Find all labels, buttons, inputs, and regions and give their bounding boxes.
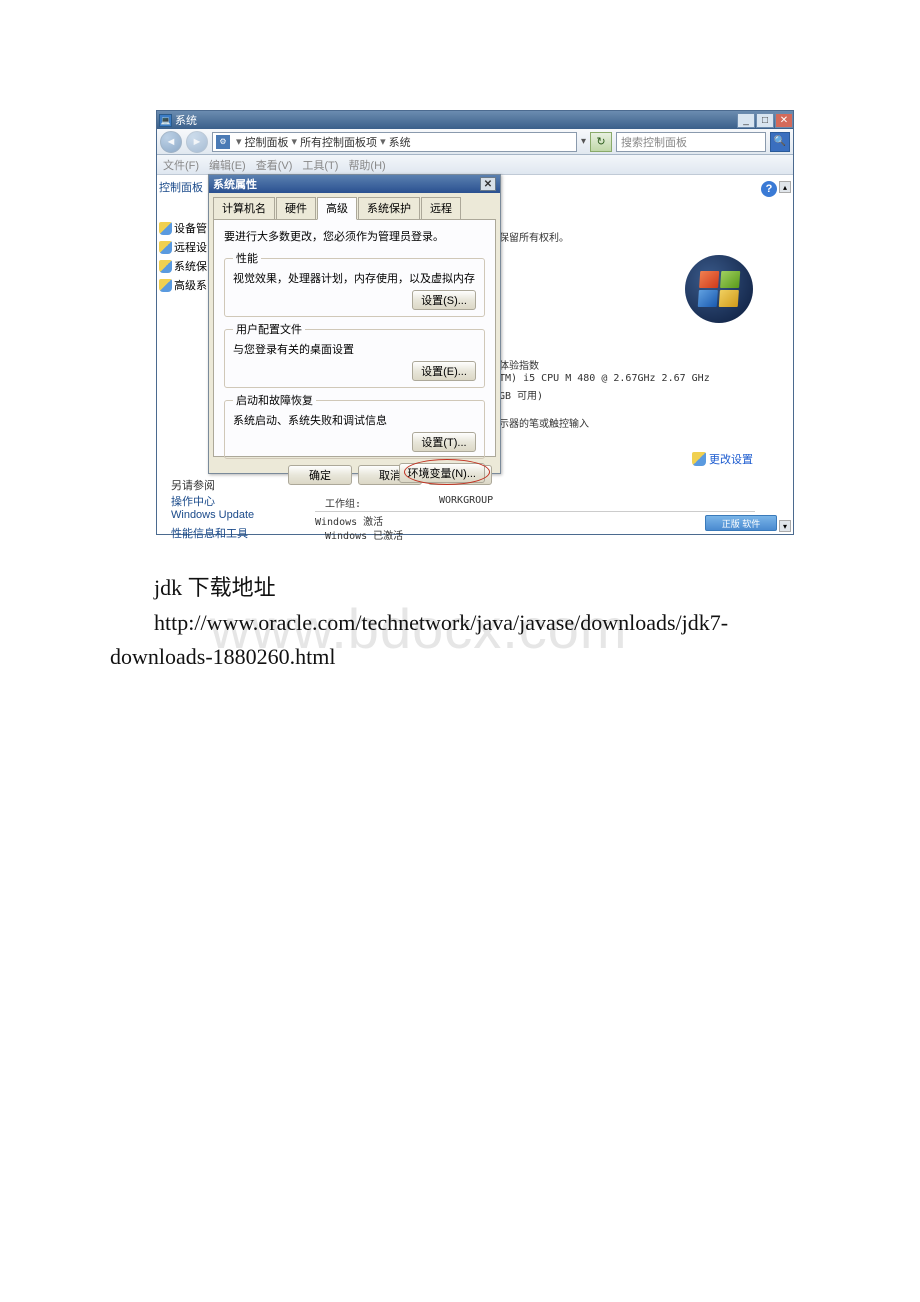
dialog-title: 系统属性 [213, 176, 257, 192]
nav-back-button[interactable]: ◄ [160, 131, 182, 153]
breadcrumb-cp[interactable]: 控制面板 [245, 134, 289, 150]
tab-hardware[interactable]: 硬件 [276, 197, 316, 219]
jdk-heading: jdk 下载地址 [110, 570, 920, 602]
shield-icon [159, 241, 172, 254]
dialog-titlebar: 系统属性 ✕ [209, 175, 500, 193]
pen-touch-info: 示器的笔或触控输入 [499, 415, 589, 430]
workgroup-value: WORKGROUP [439, 495, 493, 506]
performance-settings-button[interactable]: 设置(S)... [412, 290, 476, 310]
memory-info: GB 可用) [499, 387, 543, 402]
search-button[interactable]: 🔍 [770, 132, 790, 152]
startup-settings-button[interactable]: 设置(T)... [412, 432, 476, 452]
refresh-button[interactable]: ↻ [590, 132, 612, 152]
admin-note: 要进行大多数更改，您必须作为管理员登录。 [224, 228, 485, 244]
menu-tools[interactable]: 工具(T) [302, 157, 338, 173]
scroll-up-button[interactable]: ▴ [779, 181, 791, 193]
window-title: 系统 [175, 112, 197, 128]
titlebar: 💻 系统 _ □ ✕ [157, 111, 793, 129]
sidebar-item-label: 设备管理 [174, 220, 207, 236]
document-text: jdk 下载地址 http://www.oracle.com/technetwo… [110, 570, 920, 670]
windows-update-link[interactable]: Windows Update [171, 509, 254, 521]
sidebar-header: 控制面板 [159, 179, 207, 195]
user-profile-desc: 与您登录有关的桌面设置 [233, 341, 476, 357]
perf-info-link[interactable]: 性能信息和工具 [171, 525, 248, 541]
breadcrumb-all[interactable]: 所有控制面板项 [300, 134, 377, 150]
change-settings-label: 更改设置 [709, 451, 753, 467]
search-placeholder: 搜索控制面板 [621, 134, 687, 150]
sidebar-item-label: 远程设置 [174, 239, 207, 255]
sidebar-item-advanced[interactable]: 高级系统 [159, 277, 207, 293]
scroll-down-button[interactable]: ▾ [779, 520, 791, 532]
rights-text: 保留所有权利。 [499, 229, 569, 244]
performance-desc: 视觉效果，处理器计划，内存使用，以及虚拟内存 [233, 270, 476, 286]
menu-help[interactable]: 帮助(H) [348, 157, 385, 173]
system-icon: 💻 [159, 114, 172, 127]
tab-remote[interactable]: 远程 [421, 197, 461, 219]
help-icon[interactable]: ? [761, 181, 777, 197]
breadcrumb-sep-icon: ▾ [292, 135, 298, 148]
shield-icon [159, 222, 172, 235]
user-profile-fieldset: 用户配置文件 与您登录有关的桌面设置 设置(E)... [224, 321, 485, 388]
navbar: ◄ ► ⚙ ▾ 控制面板 ▾ 所有控制面板项 ▾ 系统 ▾ ↻ 搜索控制面板 🔍 [157, 129, 793, 155]
search-input[interactable]: 搜索控制面板 [616, 132, 766, 152]
breadcrumb-sep-icon: ▾ [380, 135, 386, 148]
nav-forward-button[interactable]: ► [186, 131, 208, 153]
activation-status: Windows 已激活 [325, 527, 403, 542]
change-settings-link[interactable]: 更改设置 [692, 451, 753, 467]
startup-desc: 系统启动、系统失败和调试信息 [233, 412, 476, 428]
environment-variables-button[interactable]: 环境变量(N)... [399, 463, 485, 483]
cpu-info: TM) i5 CPU M 480 @ 2.67GHz 2.67 GHz [499, 373, 710, 384]
breadcrumb-sep-icon: ▾ [236, 135, 242, 148]
address-bar[interactable]: ⚙ ▾ 控制面板 ▾ 所有控制面板项 ▾ 系统 [212, 132, 577, 152]
windows-logo [685, 255, 753, 323]
menu-view[interactable]: 查看(V) [256, 157, 293, 173]
tab-advanced[interactable]: 高级 [317, 197, 357, 220]
startup-recovery-fieldset: 启动和故障恢复 系统启动、系统失败和调试信息 设置(T)... [224, 392, 485, 459]
sidebar-item-remote[interactable]: 远程设置 [159, 239, 207, 255]
menu-edit[interactable]: 编辑(E) [209, 157, 246, 173]
menu-file[interactable]: 文件(F) [163, 157, 199, 173]
tab-body-advanced: 要进行大多数更改，您必须作为管理员登录。 性能 视觉效果，处理器计划，内存使用，… [213, 219, 496, 457]
user-profile-legend: 用户配置文件 [233, 321, 305, 337]
jdk-url-line2: downloads-1880260.html [110, 644, 336, 669]
workgroup-label: 工作组: [325, 495, 361, 510]
user-profile-settings-button[interactable]: 设置(E)... [412, 361, 476, 381]
tab-system-protection[interactable]: 系统保护 [358, 197, 420, 219]
dialog-close-button[interactable]: ✕ [480, 177, 496, 191]
shield-icon [692, 452, 706, 466]
control-panel-icon: ⚙ [216, 135, 230, 149]
sidebar-item-device-manager[interactable]: 设备管理 [159, 220, 207, 236]
tab-computer-name[interactable]: 计算机名 [213, 197, 275, 219]
shield-icon [159, 260, 172, 273]
menu-bar: 文件(F) 编辑(E) 查看(V) 工具(T) 帮助(H) [157, 155, 793, 175]
performance-fieldset: 性能 视觉效果，处理器计划，内存使用，以及虚拟内存 设置(S)... [224, 250, 485, 317]
breadcrumb-system[interactable]: 系统 [389, 134, 411, 150]
sidebar-item-protection[interactable]: 系统保护 [159, 258, 207, 274]
sidebar-item-label: 高级系统 [174, 277, 207, 293]
system-properties-dialog: 系统属性 ✕ 计算机名 硬件 高级 系统保护 远程 要进行大多数更改，您必须作为… [208, 174, 501, 474]
performance-legend: 性能 [233, 250, 261, 266]
close-button[interactable]: ✕ [775, 113, 793, 128]
genuine-software-widget[interactable]: 正版 软件 [705, 515, 777, 531]
shield-icon [159, 279, 172, 292]
sidebar-item-label: 系统保护 [174, 258, 207, 274]
startup-legend: 启动和故障恢复 [233, 392, 316, 408]
minimize-button[interactable]: _ [737, 113, 755, 128]
maximize-button[interactable]: □ [756, 113, 774, 128]
dialog-tabs: 计算机名 硬件 高级 系统保护 远程 [209, 193, 500, 219]
jdk-url-line1: http://www.oracle.com/technetwork/java/j… [154, 610, 728, 635]
rating-label: 体验指数 [499, 357, 539, 372]
action-center-link[interactable]: 操作中心 [171, 493, 215, 509]
